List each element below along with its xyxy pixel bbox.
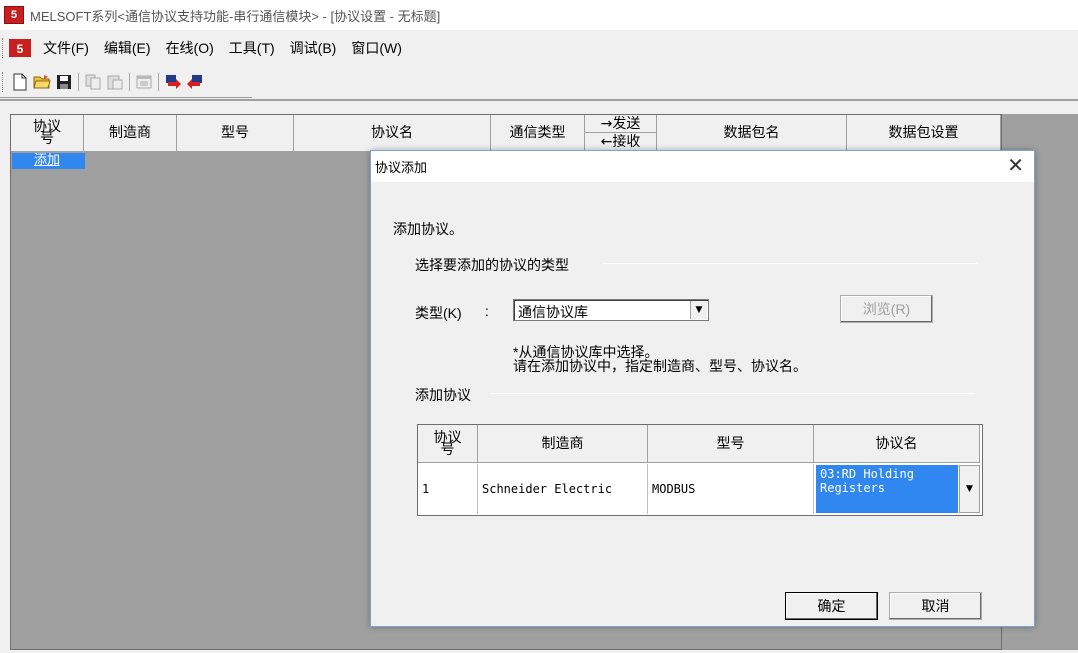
app-window: 5 MELSOFT系列<通信协议支持功能-串行通信模块> - [协议设置 - 无…: [0, 0, 1078, 653]
table-header-protocol: 协议名: [814, 425, 980, 463]
toolbar: [0, 66, 252, 98]
col-header-send-recv[interactable]: →发送 ←接收: [585, 115, 657, 152]
save-icon[interactable]: [54, 72, 74, 92]
col-header-protocol-name[interactable]: 协议名: [294, 115, 491, 152]
col-header-model[interactable]: 型号: [177, 115, 294, 152]
col-header-maker[interactable]: 制造商: [84, 115, 177, 152]
svg-text:5: 5: [17, 42, 24, 56]
group-add-label: 添加协议: [415, 387, 471, 403]
table-cell-protocol-select[interactable]: 03:RD Holding Registers: [816, 465, 958, 513]
send-label: →发送: [585, 115, 656, 133]
group-type-label: 选择要添加的协议的类型: [415, 257, 569, 273]
close-icon[interactable]: ✕: [1007, 155, 1024, 177]
menu-online[interactable]: 在线(O): [160, 38, 223, 58]
menu-window[interactable]: 窗口(W): [345, 38, 411, 58]
open-folder-icon[interactable]: [32, 72, 52, 92]
group-add-divider: [491, 393, 975, 394]
dialog-title-bar: 协议添加 ✕: [371, 151, 1034, 182]
window-icon[interactable]: [134, 72, 154, 92]
hint-line-2: 请在添加协议中，指定制造商、型号、协议名。: [513, 358, 807, 374]
type-colon: :: [485, 303, 489, 319]
group-type-divider: [603, 263, 977, 264]
title-bar: 5 MELSOFT系列<通信协议支持功能-串行通信模块> - [协议设置 - 无…: [0, 0, 1078, 30]
type-select-value: 通信协议库: [518, 304, 588, 320]
menu-bar: 5 文件(F) 编辑(E) 在线(O) 工具(T) 调试(B) 窗口(W): [0, 32, 1078, 64]
menu-debug[interactable]: 调试(B): [284, 38, 346, 58]
table-cell-no: 1: [418, 464, 478, 514]
dialog-heading: 添加协议。: [393, 221, 463, 237]
table-cell-model[interactable]: MODBUS: [648, 464, 814, 514]
chevron-down-icon[interactable]: ▼: [690, 301, 707, 319]
table-cell-maker[interactable]: Schneider Electric: [478, 464, 648, 514]
chevron-down-icon[interactable]: ▼: [959, 465, 980, 513]
read-icon[interactable]: [185, 72, 205, 92]
toolbar-divider: [0, 99, 1078, 101]
toolbar-separator: [78, 72, 79, 91]
app-logo-icon: 5: [4, 6, 24, 24]
menubar-grip[interactable]: [2, 38, 5, 58]
window-title: MELSOFT系列<通信协议支持功能-串行通信模块> - [协议设置 - 无标题…: [30, 8, 441, 24]
menu-edit[interactable]: 编辑(E): [98, 38, 160, 58]
toolbar-grip[interactable]: [2, 71, 5, 92]
type-select[interactable]: 通信协议库 ▼: [513, 299, 709, 321]
ok-button[interactable]: 确定: [785, 592, 878, 620]
table-header-model: 型号: [648, 425, 814, 463]
toolbar-separator: [129, 72, 130, 91]
copy-icon[interactable]: [83, 72, 103, 92]
type-label: 类型(K): [415, 305, 462, 321]
add-protocol-link[interactable]: 添加: [12, 153, 85, 169]
protocol-table: 协议号 制造商 型号 协议名 1 Schneider Electric MODB…: [417, 424, 983, 516]
menu-tools[interactable]: 工具(T): [223, 38, 284, 58]
table-header-no: 协议号: [418, 425, 478, 463]
menu-file[interactable]: 文件(F): [37, 38, 98, 58]
toolbar-separator: [158, 72, 159, 91]
recv-label: ←接收: [600, 134, 641, 150]
col-header-protocol-no[interactable]: 协议号: [11, 115, 84, 152]
dialog-title: 协议添加: [375, 160, 428, 175]
col-header-packet-name[interactable]: 数据包名: [657, 115, 847, 152]
col-header-packet-setting[interactable]: 数据包设置: [847, 115, 1001, 152]
new-file-icon[interactable]: [10, 72, 30, 92]
paste-icon[interactable]: [105, 72, 125, 92]
table-header-maker: 制造商: [478, 425, 648, 463]
add-protocol-dialog: 协议添加 ✕ 添加协议。 选择要添加的协议的类型 类型(K) : 通信协议库 ▼…: [370, 150, 1035, 627]
hint-line-1: *从通信协议库中选择。: [513, 344, 659, 360]
col-header-comm-type[interactable]: 通信类型: [491, 115, 585, 152]
app-menu-icon[interactable]: 5: [9, 39, 31, 57]
cancel-button[interactable]: 取消: [889, 592, 982, 620]
write-icon[interactable]: [163, 72, 183, 92]
browse-button[interactable]: 浏览(R): [840, 295, 933, 323]
